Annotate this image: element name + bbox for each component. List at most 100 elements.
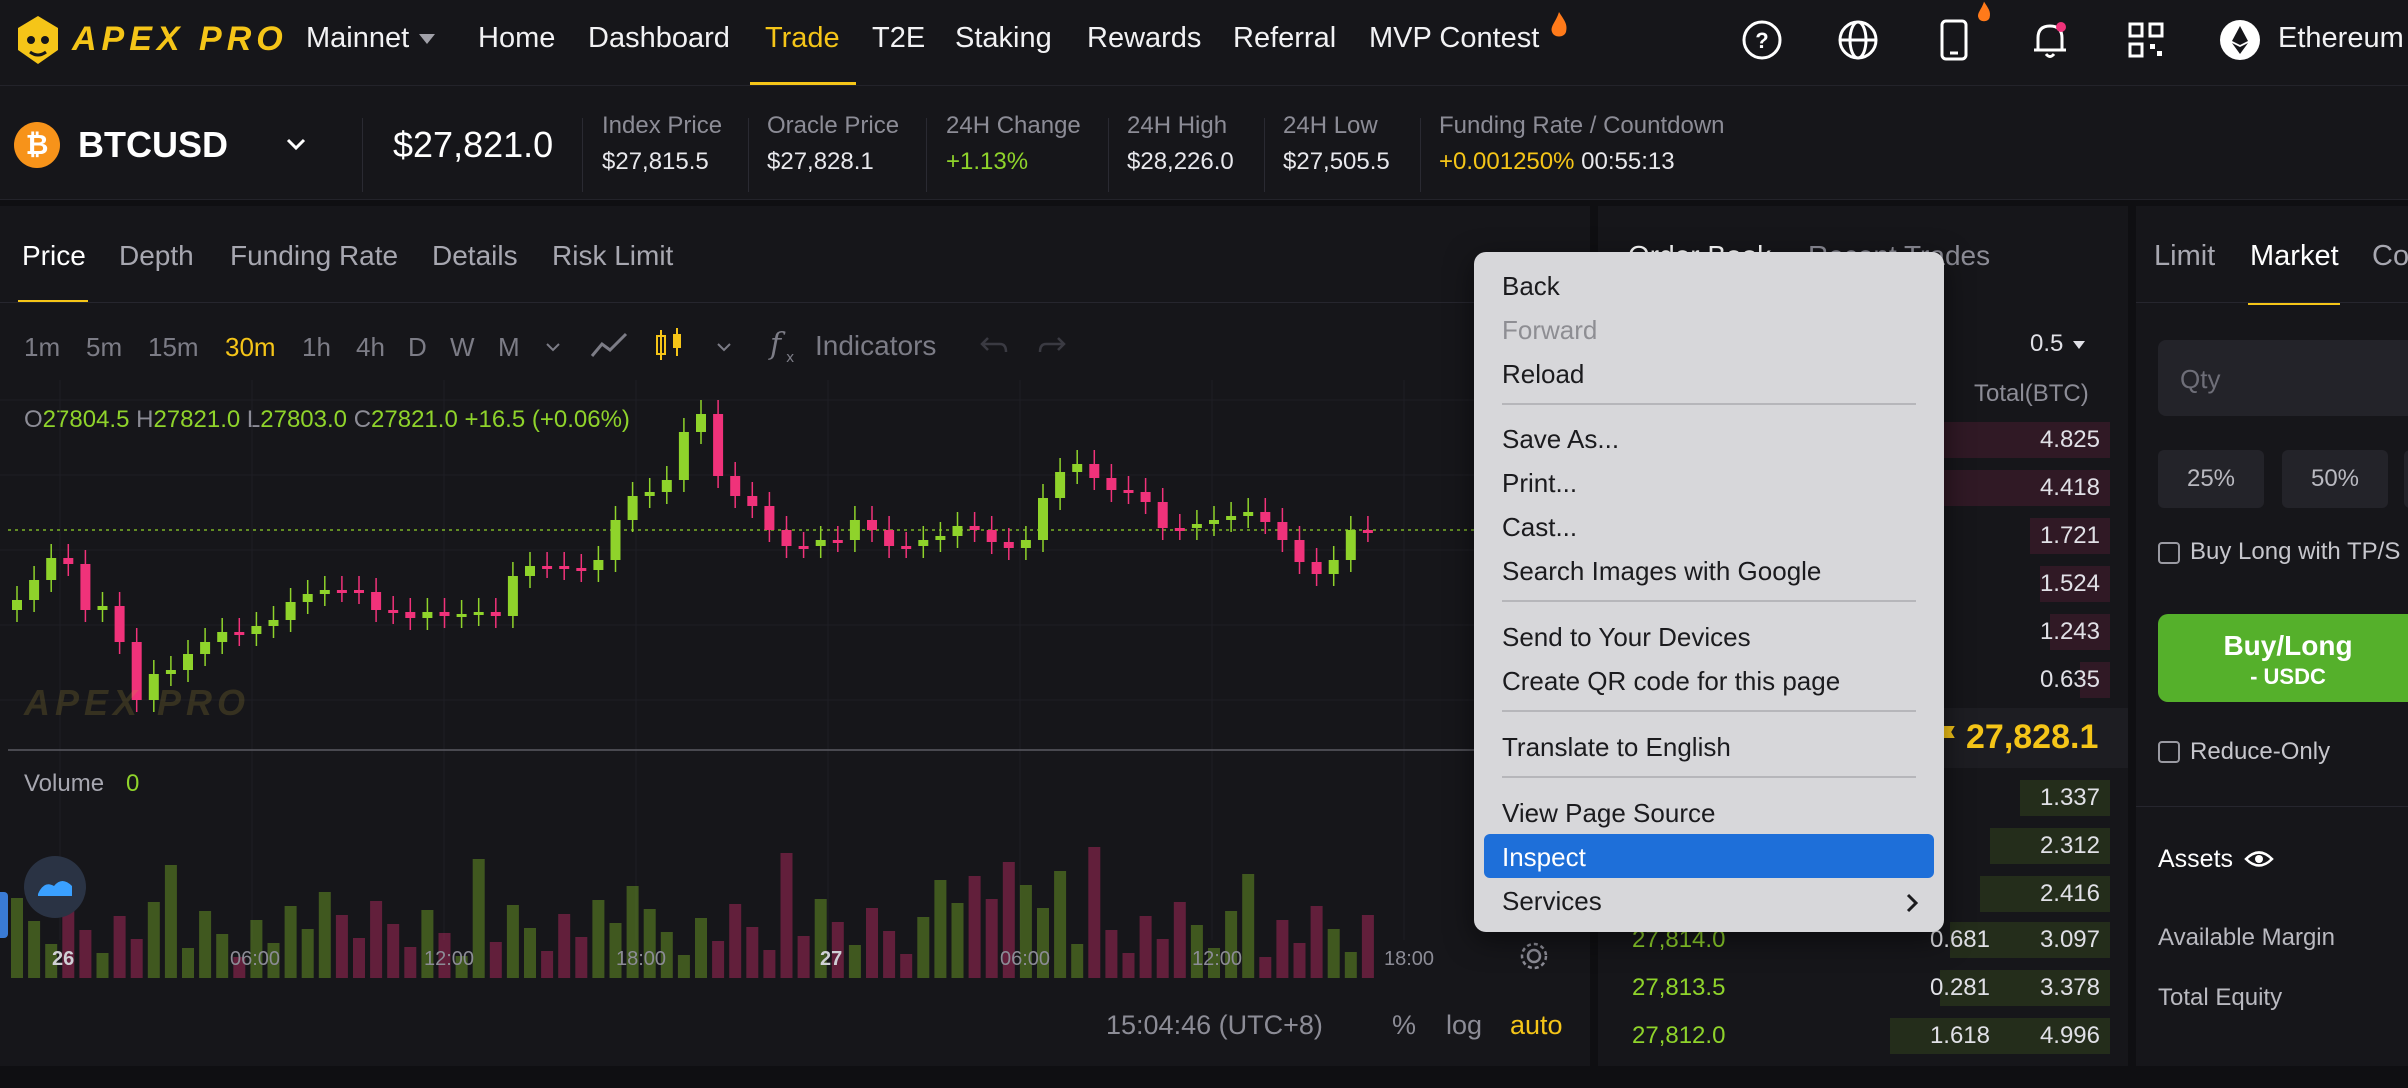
bell-icon[interactable] <box>2028 18 2072 62</box>
ethereum-icon[interactable] <box>2218 18 2262 62</box>
function-icon[interactable]: fx <box>766 326 802 366</box>
tpsl-checkbox[interactable] <box>2158 542 2180 564</box>
menu-item-search-images[interactable]: Search Images with Google <box>1502 556 1821 587</box>
timeframe-5m[interactable]: 5m <box>86 332 122 363</box>
candle-body <box>29 580 40 600</box>
nav-mvp-contest[interactable]: MVP Contest <box>1369 22 1539 55</box>
menu-item-print[interactable]: Print... <box>1502 468 1577 499</box>
volume-bar <box>1293 943 1306 978</box>
timeframe-15m[interactable]: 15m <box>148 332 199 363</box>
menu-item-send-to-devices[interactable]: Send to Your Devices <box>1502 622 1751 653</box>
bid-row[interactable]: 27,812.0 1.618 4.996 <box>1630 1014 2110 1058</box>
undo-icon[interactable] <box>978 330 1010 360</box>
candle-body <box>610 520 621 560</box>
volume-bar <box>746 927 759 978</box>
menu-item-back[interactable]: Back <box>1502 271 1560 302</box>
menu-item-view-source[interactable]: View Page Source <box>1502 798 1715 829</box>
side-handle[interactable] <box>0 892 8 938</box>
timeframe-4h[interactable]: 4h <box>356 332 385 363</box>
candle-body <box>849 520 860 540</box>
tab-risk-limit[interactable]: Risk Limit <box>552 240 673 272</box>
nav-rewards[interactable]: Rewards <box>1087 22 1201 55</box>
log-scale-button[interactable]: log <box>1446 1010 1482 1041</box>
market-symbol[interactable]: BTCUSD <box>78 124 228 166</box>
candle-body <box>183 654 193 670</box>
timeframe-30m[interactable]: 30m <box>225 332 276 363</box>
qty-input[interactable]: Qty <box>2158 340 2408 416</box>
candlestick-chart[interactable] <box>0 380 1590 980</box>
mobile-icon[interactable] <box>1932 18 1976 62</box>
nav-staking[interactable]: Staking <box>955 22 1052 55</box>
candle-body <box>507 576 518 616</box>
timeframe-w[interactable]: W <box>450 332 475 363</box>
nav-dashboard[interactable]: Dashboard <box>588 22 730 55</box>
indicators-button[interactable]: Indicators <box>815 330 936 362</box>
menu-item-reload[interactable]: Reload <box>1502 359 1584 390</box>
timeframe-d[interactable]: D <box>408 332 427 363</box>
nav-trade[interactable]: Trade <box>765 22 840 55</box>
change-24h-value: +1.13% <box>946 148 1029 175</box>
menu-item-translate[interactable]: Translate to English <box>1502 732 1731 763</box>
chevron-down-icon[interactable] <box>282 130 310 158</box>
bid-total: 2.312 <box>2039 832 2100 859</box>
settings-gear-icon[interactable] <box>1518 940 1550 972</box>
pct-50-button[interactable]: 50% <box>2282 450 2388 508</box>
apex-logo-icon[interactable] <box>14 14 62 66</box>
pct-button-clipped[interactable] <box>2404 450 2408 508</box>
line-chart-icon[interactable] <box>590 330 630 362</box>
auto-scale-button[interactable]: auto <box>1510 1010 1563 1041</box>
volume-bar <box>1071 944 1084 978</box>
volume-bar <box>1105 930 1118 978</box>
candle-body <box>969 526 980 530</box>
tab-price[interactable]: Price <box>22 240 86 272</box>
candle-body <box>661 480 672 492</box>
nav-home[interactable]: Home <box>478 22 555 55</box>
tab-funding-rate[interactable]: Funding Rate <box>230 240 398 272</box>
tab-limit[interactable]: Limit <box>2154 240 2215 273</box>
tab-conditional[interactable]: Co <box>2372 240 2408 273</box>
svg-text:f: f <box>768 327 786 362</box>
menu-item-save-as[interactable]: Save As... <box>1502 424 1619 455</box>
tab-details[interactable]: Details <box>432 240 518 272</box>
chevron-down-icon[interactable] <box>713 336 735 358</box>
candle-body <box>268 620 279 626</box>
candle-body <box>986 530 997 542</box>
candle-body <box>525 566 535 576</box>
help-icon[interactable]: ? <box>1740 18 1784 62</box>
chevron-down-icon[interactable] <box>542 336 564 358</box>
pct-25-button[interactable]: 25% <box>2158 450 2264 508</box>
menu-item-inspect[interactable]: Inspect <box>1502 842 1586 873</box>
timeframe-m[interactable]: M <box>498 332 520 363</box>
divider <box>582 118 583 192</box>
menu-item-cast[interactable]: Cast... <box>1502 512 1577 543</box>
tab-market[interactable]: Market <box>2250 240 2339 273</box>
tab-depth[interactable]: Depth <box>119 240 194 272</box>
reduce-only-checkbox[interactable] <box>2158 741 2180 763</box>
network-select[interactable]: Mainnet <box>306 22 436 55</box>
precision-select[interactable]: 0.5 <box>2030 330 2086 358</box>
nav-referral[interactable]: Referral <box>1233 22 1336 55</box>
menu-item-create-qr[interactable]: Create QR code for this page <box>1502 666 1840 697</box>
tradingview-icon[interactable] <box>24 856 86 918</box>
qr-code-icon[interactable] <box>2124 18 2168 62</box>
menu-item-services[interactable]: Services <box>1502 886 1602 917</box>
volume-bar <box>387 924 400 978</box>
nav-t2e[interactable]: T2E <box>872 22 925 55</box>
chain-label[interactable]: Ethereum <box>2278 22 2404 55</box>
globe-icon[interactable] <box>1836 18 1880 62</box>
candlestick-icon[interactable] <box>654 326 684 364</box>
bid-row[interactable]: 27,813.5 0.281 3.378 <box>1630 966 2110 1010</box>
high-24h-label: 24H High <box>1127 112 1228 139</box>
buy-long-button[interactable]: Buy/Long - USDC <box>2158 614 2408 702</box>
candle-body <box>1089 464 1100 478</box>
x-axis-label: 12:00 <box>1192 948 1243 970</box>
redo-icon[interactable] <box>1036 330 1068 360</box>
eye-icon[interactable] <box>2244 846 2274 872</box>
volume-bar <box>318 892 331 978</box>
percent-scale-button[interactable]: % <box>1392 1010 1416 1041</box>
candle-body <box>952 526 963 536</box>
timeframe-1m[interactable]: 1m <box>24 332 60 363</box>
timeframe-1h[interactable]: 1h <box>302 332 331 363</box>
volume-bar <box>541 951 554 978</box>
brand-name[interactable]: APEX PRO <box>72 20 288 59</box>
